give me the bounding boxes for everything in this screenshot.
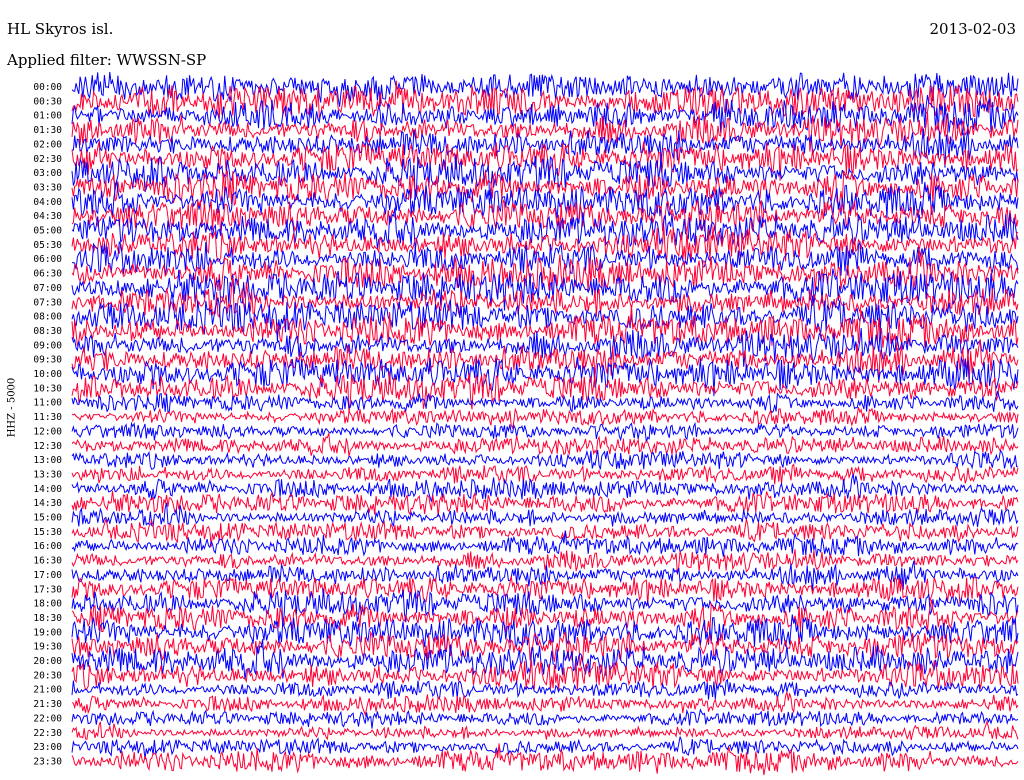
trace-row <box>71 371 1019 413</box>
row-time-label: 18:00 <box>33 599 62 610</box>
row-time-label: 02:30 <box>33 154 62 165</box>
trace-row <box>71 432 1019 457</box>
row-time-label: 06:00 <box>33 254 62 265</box>
row-time-label: 09:30 <box>33 355 62 366</box>
row-time-label: 07:00 <box>33 283 62 294</box>
trace-row <box>71 719 1019 741</box>
row-time-label: 02:00 <box>33 139 62 150</box>
trace-row <box>71 708 1019 729</box>
trace-row <box>71 549 1019 575</box>
row-time-label: 14:00 <box>33 484 62 495</box>
row-time-label: 17:00 <box>33 570 62 581</box>
row-time-label: 12:30 <box>33 441 62 452</box>
trace-row <box>71 249 1019 296</box>
trace-row <box>71 463 1019 485</box>
row-time-label: 16:30 <box>33 556 62 567</box>
row-time-label: 13:30 <box>33 469 62 480</box>
row-time-label: 08:00 <box>33 312 62 323</box>
trace-row <box>71 639 1019 680</box>
row-time-label: 09:00 <box>33 340 62 351</box>
row-time-label: 11:00 <box>33 398 62 409</box>
trace-row <box>71 517 1019 547</box>
row-time-label: 03:30 <box>33 182 62 193</box>
row-time-label: 23:30 <box>33 756 62 767</box>
trace-row <box>71 560 1019 592</box>
trace-row <box>71 421 1019 443</box>
trace-row <box>71 474 1019 502</box>
row-time-label: 10:00 <box>33 369 62 380</box>
row-time-label: 16:00 <box>33 541 62 552</box>
row-time-label: 22:30 <box>33 728 62 739</box>
row-time-label: 00:00 <box>33 82 62 93</box>
row-time-label: 10:30 <box>33 383 62 394</box>
row-time-label: 13:00 <box>33 455 62 466</box>
trace-row <box>71 355 1019 397</box>
row-time-label: 19:30 <box>33 642 62 653</box>
helicorder-plot: 00:00 00:30 01:00 01:30 02:00 02:30 03:00 03:30… <box>33 72 1019 776</box>
row-time-label: 07:30 <box>33 297 62 308</box>
row-time-label: 21:00 <box>33 685 62 696</box>
row-time-label: 11:30 <box>33 412 62 423</box>
row-time-label: 15:00 <box>33 513 62 524</box>
row-time-label: 22:00 <box>33 713 62 724</box>
row-time-label: 20:00 <box>33 656 62 667</box>
row-time-label: 15:30 <box>33 527 62 538</box>
row-time-label: 04:30 <box>33 211 62 222</box>
row-time-label: 17:30 <box>33 584 62 595</box>
row-time-label: 04:00 <box>33 197 62 208</box>
row-time-label: 05:30 <box>33 240 62 251</box>
trace-row <box>71 240 1019 276</box>
trace-row <box>71 226 1019 263</box>
row-time-label: 00:30 <box>33 96 62 107</box>
trace-row <box>71 449 1019 470</box>
row-time-label: 14:30 <box>33 498 62 509</box>
row-time-label: 08:30 <box>33 326 62 337</box>
row-time-label: 12:00 <box>33 426 62 437</box>
row-time-label: 01:30 <box>33 125 62 136</box>
trace-row <box>71 327 1019 367</box>
row-time-label: 23:00 <box>33 742 62 753</box>
row-time-label: 21:30 <box>33 699 62 710</box>
trace-row <box>71 407 1019 430</box>
row-time-label: 18:30 <box>33 613 62 624</box>
row-time-label: 19:00 <box>33 627 62 638</box>
row-time-label: 06:30 <box>33 269 62 280</box>
row-time-label: 05:00 <box>33 226 62 237</box>
row-time-label: 20:30 <box>33 670 62 681</box>
row-time-label: 03:00 <box>33 168 62 179</box>
row-time-label: 01:00 <box>33 111 62 122</box>
